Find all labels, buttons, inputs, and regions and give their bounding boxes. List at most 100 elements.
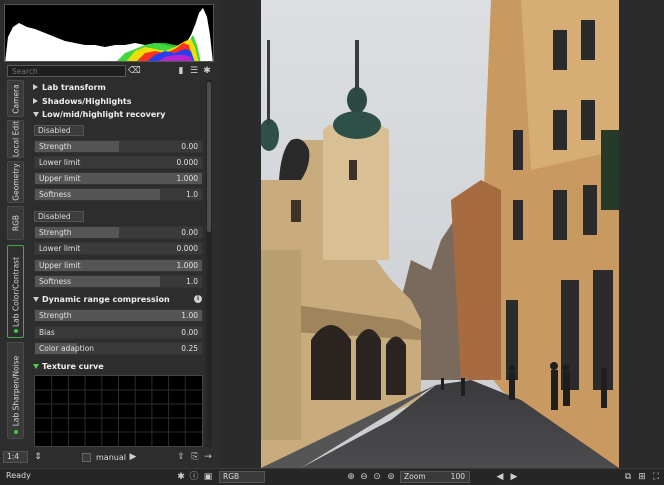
zoom-in-icon[interactable]: ⊕ xyxy=(346,472,356,482)
drc-color-adaption-slider[interactable]: Color adaption 0.25 xyxy=(34,342,203,355)
slider-label: Softness xyxy=(39,277,71,286)
tab-label: RGB xyxy=(11,214,20,232)
strength-slider[interactable]: Strength 0.00 xyxy=(34,226,203,239)
slider-label: Color adaption xyxy=(39,344,95,353)
tool-scrollbar[interactable] xyxy=(206,80,212,447)
gear-icon[interactable]: ✱ xyxy=(202,66,212,76)
slider-label: Softness xyxy=(39,190,71,199)
zoom-100-icon[interactable]: ⊚ xyxy=(386,472,396,482)
section-title: Low/mid/highlight recovery xyxy=(42,110,166,119)
mode-select-value: Disabled xyxy=(38,126,71,135)
tab-geometry[interactable]: Geometry xyxy=(7,161,24,203)
slider-label: Strength xyxy=(39,228,72,237)
drc-strength-slider[interactable]: Strength 1.00 xyxy=(34,309,203,322)
slider-label: Upper limit xyxy=(39,174,81,183)
lower-limit-slider[interactable]: Lower limit 0.000 xyxy=(34,242,203,255)
active-dot-icon xyxy=(14,329,18,333)
arrow-right-icon[interactable]: ▶ xyxy=(509,472,519,482)
photo-street-scene xyxy=(261,0,619,468)
tab-label: Lab Sharpen/Noise xyxy=(11,355,20,426)
slider-value: 0.00 xyxy=(181,142,198,151)
drc-bias-slider[interactable]: Bias 0.00 xyxy=(34,326,203,339)
left-panel: ⌫ ▮ ☰ ✱ Camera Local Edit Geometry RGB L… xyxy=(0,0,218,468)
zoom-label: Zoom xyxy=(404,472,426,481)
zoom-fit-icon[interactable]: ⊙ xyxy=(372,472,382,482)
upper-limit-slider[interactable]: Upper limit 1.000 xyxy=(34,172,203,185)
layout-icon[interactable]: ⊞ xyxy=(637,472,647,482)
zoom-out-icon[interactable]: ⊖ xyxy=(359,472,369,482)
slider-value: 0.000 xyxy=(176,244,198,253)
search-input[interactable] xyxy=(7,65,126,77)
tab-rgb[interactable]: RGB xyxy=(7,206,24,240)
zoom-ratio-select[interactable]: 1:4 xyxy=(3,451,28,463)
texture-curve-editor[interactable] xyxy=(34,375,203,447)
spin-arrows-icon[interactable]: ⇕ xyxy=(33,452,43,462)
gear-icon[interactable]: ✱ xyxy=(176,472,186,482)
menu-icon[interactable]: ☰ xyxy=(189,66,199,76)
tab-label: Camera xyxy=(11,83,20,114)
search-row: ⌫ ▮ ☰ ✱ xyxy=(4,65,214,78)
slider-label: Strength xyxy=(39,311,72,320)
clear-search-icon[interactable]: ⌫ xyxy=(128,66,141,76)
slider-label: Lower limit xyxy=(39,244,81,253)
image-viewer[interactable] xyxy=(218,0,664,468)
channel-select[interactable]: RGB xyxy=(219,471,265,483)
lower-limit-slider[interactable]: Lower limit 0.000 xyxy=(34,156,203,169)
copy-icon[interactable]: ⧉ xyxy=(623,472,633,482)
tool-tabs: Camera Local Edit Geometry RGB Lab Color… xyxy=(7,80,25,445)
section-title: Lab transform xyxy=(42,83,106,92)
zoom-ratio-value: 1:4 xyxy=(7,452,20,461)
tab-label: Local Edit xyxy=(11,120,20,158)
mode-select[interactable]: Disabled xyxy=(34,125,84,136)
active-dot-icon xyxy=(14,430,18,434)
image-icon[interactable]: ▣ xyxy=(203,472,213,482)
info-icon[interactable]: i xyxy=(194,295,202,303)
arrow-left-icon[interactable]: ◀ xyxy=(495,472,505,482)
play-icon[interactable]: ▶ xyxy=(128,452,138,462)
section-texture-curve[interactable]: Texture curve xyxy=(30,360,205,373)
scrollbar-thumb[interactable] xyxy=(207,82,211,232)
section-dynamic-range-compression[interactable]: Dynamic range compression i xyxy=(30,293,205,306)
section-lab-transform[interactable]: Lab transform xyxy=(30,81,205,94)
slider-label: Strength xyxy=(39,142,72,151)
slider-value: 0.00 xyxy=(181,228,198,237)
tab-camera[interactable]: Camera xyxy=(7,80,24,117)
mode-select-value: Disabled xyxy=(38,212,71,221)
tab-label: Geometry xyxy=(11,163,20,201)
slider-value: 1.00 xyxy=(181,311,198,320)
bookmark-icon[interactable]: ▮ xyxy=(176,66,186,76)
tab-local-edit[interactable]: Local Edit xyxy=(7,120,24,158)
mode-select[interactable]: Disabled xyxy=(34,211,84,222)
tab-label: Lab Color/Contrast xyxy=(11,256,20,327)
slider-value: 0.25 xyxy=(181,344,198,353)
zoom-field[interactable]: Zoom 100 xyxy=(400,471,470,483)
slider-value: 1.000 xyxy=(176,261,198,270)
export-icon[interactable]: ⇪ xyxy=(176,452,186,462)
slider-value: 1.0 xyxy=(186,190,198,199)
arrow-right-icon[interactable]: → xyxy=(203,452,213,462)
fullscreen-icon[interactable]: ⛶ xyxy=(651,472,661,482)
channel-value: RGB xyxy=(223,472,240,481)
softness-slider[interactable]: Softness 1.0 xyxy=(34,188,203,201)
section-title: Shadows/Highlights xyxy=(42,97,132,106)
status-text: Ready xyxy=(6,471,31,480)
upper-limit-slider[interactable]: Upper limit 1.000 xyxy=(34,259,203,272)
info-icon[interactable]: ⓘ xyxy=(189,472,199,482)
slider-value: 0.00 xyxy=(181,328,198,337)
tab-lab-color-contrast[interactable]: Lab Color/Contrast xyxy=(7,245,24,338)
slider-label: Lower limit xyxy=(39,158,81,167)
tool-list: Lab transform Shadows/Highlights Low/mid… xyxy=(30,80,205,447)
manual-checkbox[interactable] xyxy=(82,453,91,462)
section-shadows-highlights[interactable]: Shadows/Highlights xyxy=(30,95,205,108)
strength-slider[interactable]: Strength 0.00 xyxy=(34,140,203,153)
softness-slider[interactable]: Softness 1.0 xyxy=(34,275,203,288)
tab-lab-sharpen-noise[interactable]: Lab Sharpen/Noise xyxy=(7,342,24,439)
slider-label: Bias xyxy=(39,328,55,337)
status-bar: Ready ✱ ⓘ ▣ RGB ⊕ ⊖ ⊙ ⊚ Zoom 100 ◀ ▶ ⧉ ⊞… xyxy=(0,468,664,485)
slider-value: 1.000 xyxy=(176,174,198,183)
section-low-mid-highlight-recovery[interactable]: Low/mid/highlight recovery xyxy=(30,108,205,121)
app-window: ⌫ ▮ ☰ ✱ Camera Local Edit Geometry RGB L… xyxy=(0,0,664,485)
left-bottom-bar: 1:4 ⇕ manual ▶ ⇪ ⎘ → xyxy=(0,448,218,468)
copy-icon[interactable]: ⎘ xyxy=(190,452,200,462)
zoom-value: 100 xyxy=(450,472,465,481)
